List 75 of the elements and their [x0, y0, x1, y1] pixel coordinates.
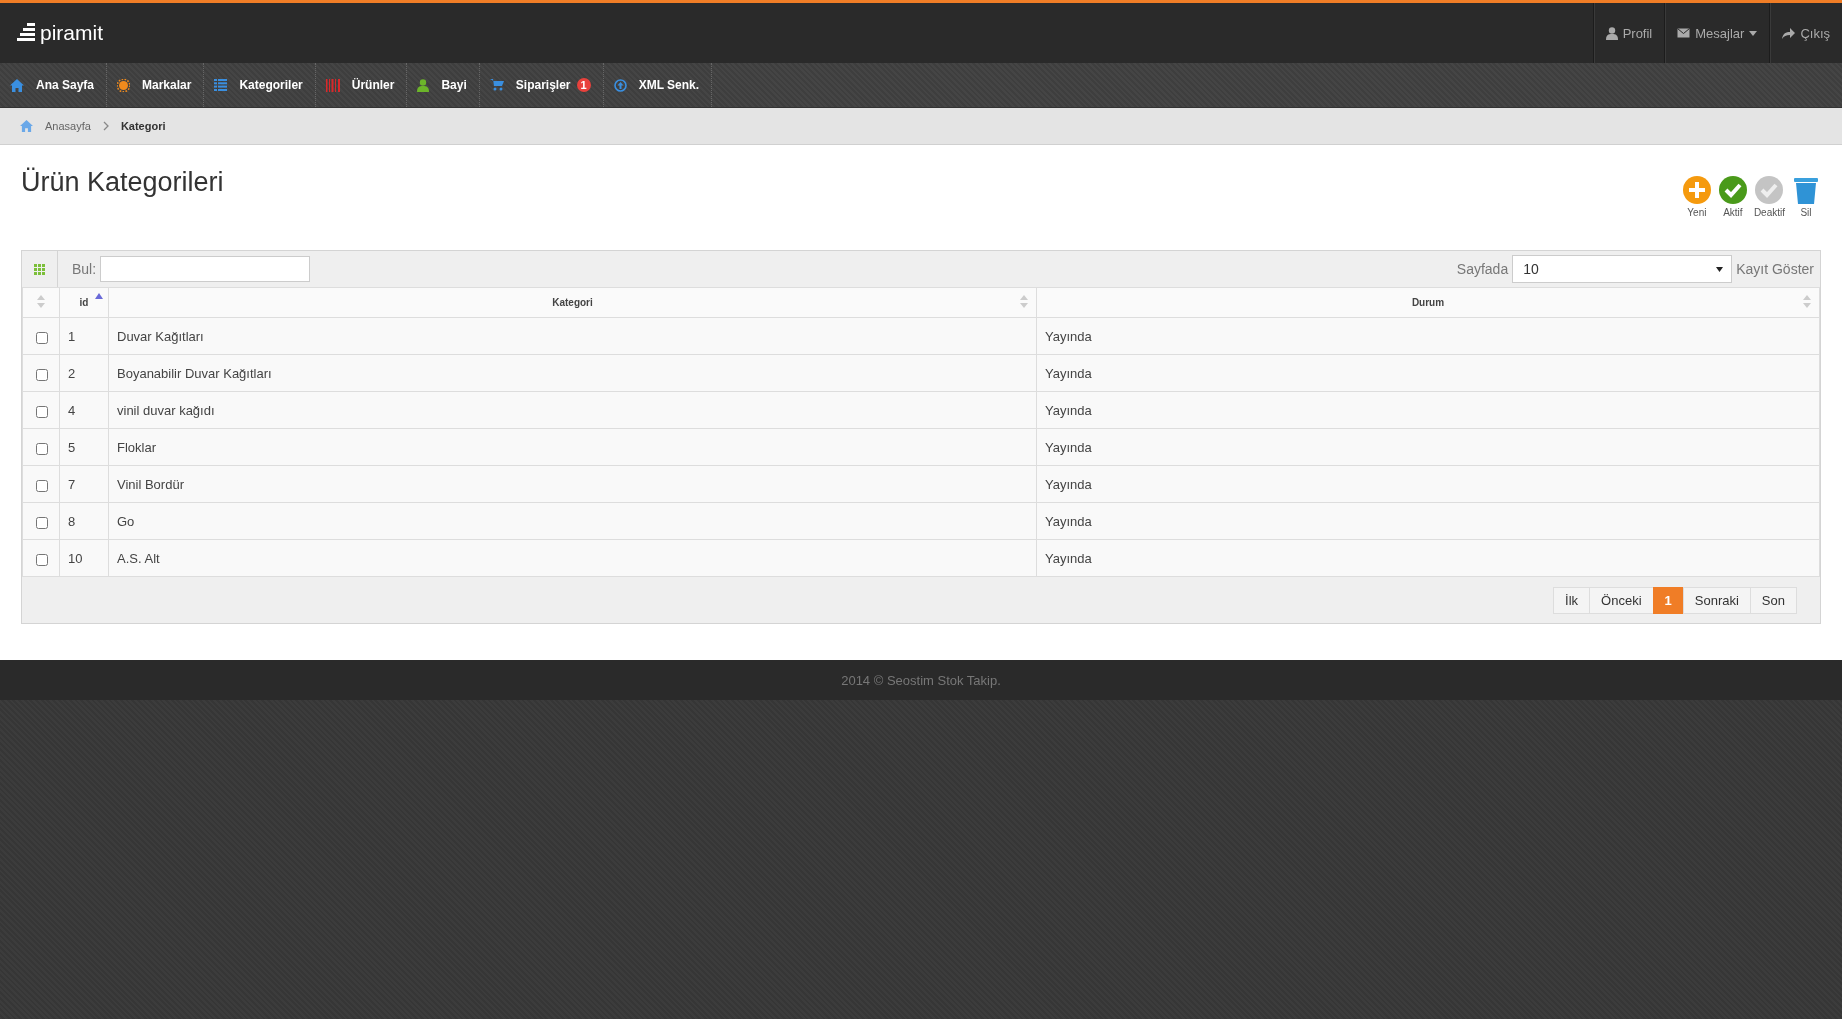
table-cell: Go: [108, 502, 1037, 540]
checkmark-icon: [1755, 176, 1784, 204]
action-button[interactable]: Sil: [1791, 176, 1821, 218]
table-cell: Boyanabilir Duvar Kağıtları: [108, 354, 1037, 392]
trash-icon: [1794, 176, 1818, 204]
gear-icon: [117, 78, 131, 92]
pagination-button[interactable]: İlk: [1553, 586, 1591, 614]
per-page-select[interactable]: 10: [1512, 255, 1733, 283]
nav-item[interactable]: Siparişler 1: [479, 63, 604, 107]
column-header[interactable]: Kategori: [108, 287, 1037, 318]
nav-item[interactable]: Ana Sayfa: [0, 63, 108, 107]
table-cell: Yayında: [1036, 354, 1820, 392]
envelope-icon: [1677, 28, 1691, 38]
table-cell: Yayında: [1036, 317, 1820, 355]
list-icon: [214, 79, 228, 91]
row-checkbox[interactable]: [35, 442, 48, 455]
table-cell: 1: [59, 317, 109, 355]
per-page-suffix: Kayıt Göster: [1736, 261, 1814, 277]
pagination-button[interactable]: Önceki: [1589, 586, 1654, 614]
row-checkbox[interactable]: [35, 331, 48, 344]
table-cell: Yayında: [1036, 428, 1820, 466]
count-badge: 1: [576, 78, 591, 92]
nav-item[interactable]: XML Senk.: [603, 63, 713, 107]
row-checkbox[interactable]: [35, 405, 48, 418]
pagination-button[interactable]: Son: [1749, 586, 1797, 614]
search-label: Bul:: [72, 261, 97, 277]
column-header[interactable]: Durum: [1036, 287, 1820, 318]
nav-item[interactable]: Ürünler: [315, 63, 408, 107]
table-cell: Yayında: [1036, 539, 1820, 577]
upload-circle-icon: [613, 78, 627, 92]
footer-text: 2014 © Seostim Stok Takip.: [841, 672, 1001, 688]
table-cell: A.S. Alt: [108, 539, 1037, 577]
home-icon: [10, 78, 24, 92]
table-cell: Yayında: [1036, 465, 1820, 503]
chevron-right-icon: [102, 121, 109, 131]
table-cell: 7: [59, 465, 109, 503]
person-icon: [417, 78, 430, 92]
caret-icon: [1716, 266, 1724, 272]
breadcrumb-link[interactable]: Kategori: [120, 120, 166, 132]
table-cell: vinil duvar kağıdı: [108, 391, 1037, 429]
table-cell: 5: [59, 428, 109, 466]
search-field[interactable]: [100, 256, 311, 282]
table-cell: Yayında: [1036, 502, 1820, 540]
table-cell: 8: [59, 502, 109, 540]
action-button[interactable]: Aktif: [1717, 176, 1748, 218]
table-cell: Floklar: [108, 428, 1037, 466]
table-cell: 2: [59, 354, 109, 392]
nav-item[interactable]: Markalar: [107, 63, 205, 107]
table-cell: Yayında: [1036, 391, 1820, 429]
home-icon: [20, 120, 33, 132]
nav-item[interactable]: Bayi: [407, 63, 480, 107]
per-page-label: Sayfada: [1456, 261, 1509, 277]
row-checkbox[interactable]: [35, 479, 48, 492]
share-arrow-icon: [1782, 27, 1796, 39]
action-button[interactable]: Deaktif: [1753, 176, 1785, 218]
page-title: Ürün Kategorileri: [21, 167, 224, 198]
grid-icon: [34, 263, 45, 275]
brand-logo[interactable]: piramit: [40, 21, 103, 45]
row-checkbox[interactable]: [35, 553, 48, 566]
column-header[interactable]: id: [59, 287, 109, 318]
table-cell: 4: [59, 391, 109, 429]
action-button[interactable]: Yeni: [1681, 176, 1712, 218]
row-checkbox[interactable]: [35, 516, 48, 529]
breadcrumb-link[interactable]: Anasayfa: [45, 120, 91, 132]
person-icon: [1605, 26, 1618, 40]
table-cell: Vinil Bordür: [108, 465, 1037, 503]
pagination-button[interactable]: Sonraki: [1682, 586, 1751, 614]
plus-icon: [1682, 176, 1711, 204]
nav-item[interactable]: Kategoriler: [204, 63, 316, 107]
row-checkbox[interactable]: [35, 368, 48, 381]
table-cell: Duvar Kağıtları: [108, 317, 1037, 355]
cart-icon: [489, 79, 504, 91]
checkmark-icon: [1718, 176, 1747, 204]
table-cell: 10: [59, 539, 109, 577]
barcode-icon: [325, 78, 340, 92]
